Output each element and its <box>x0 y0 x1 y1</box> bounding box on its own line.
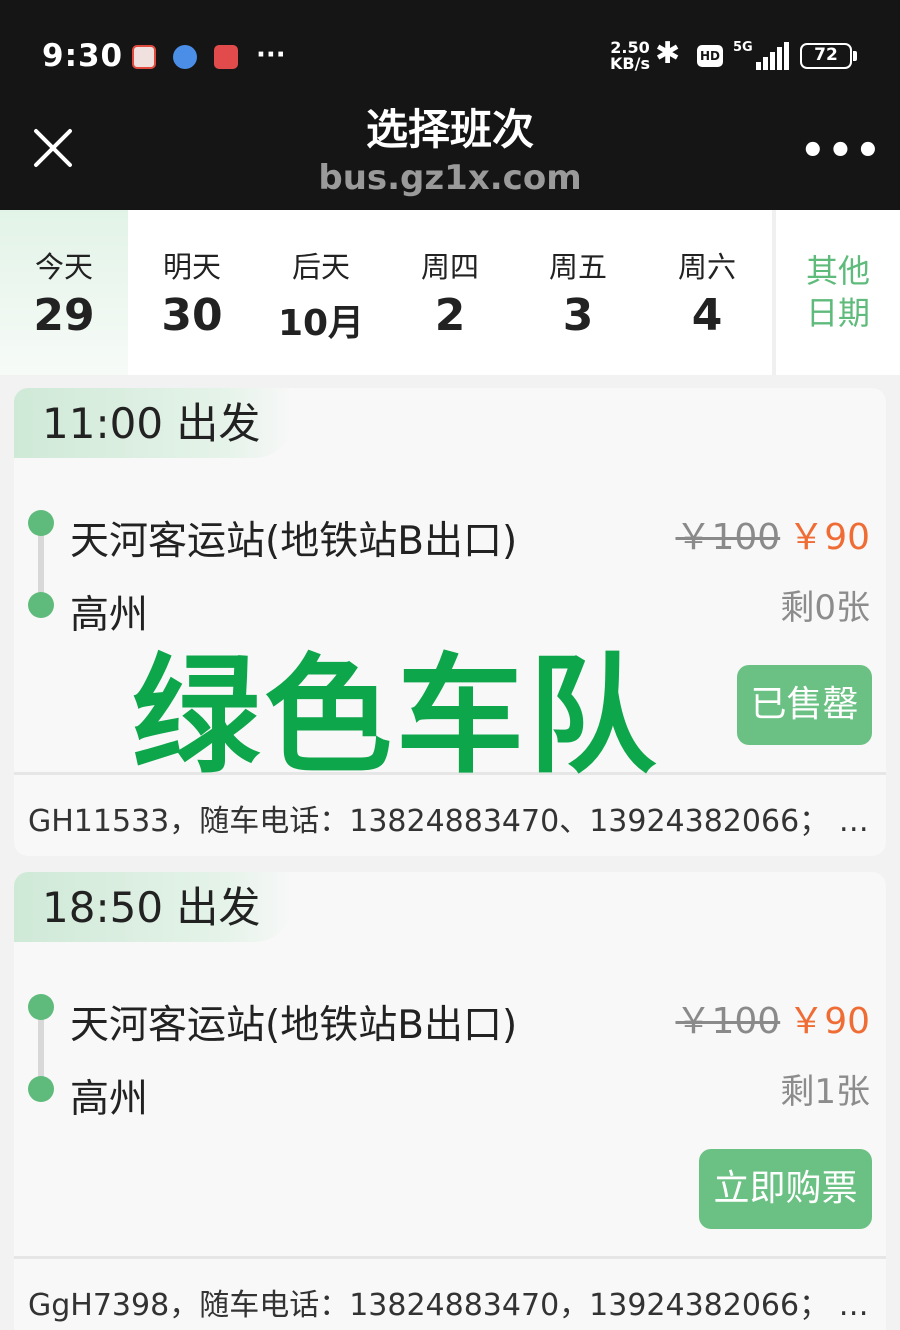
departure-time: 11:00 出发 <box>14 388 295 458</box>
trip-card: 18:50 出发 天河客运站(地铁站B出口) 高州 ￥100 ￥90 剩1张 立即… <box>14 872 886 1330</box>
signal-type: 5G <box>733 40 753 55</box>
destination-dot-icon <box>28 592 54 618</box>
date-tab-thursday[interactable]: 周四 2 <box>386 210 514 375</box>
origin-station: 天河客运站(地铁站B出口) <box>70 519 518 564</box>
date-tab-today[interactable]: 今天 29 <box>0 210 128 375</box>
destination-station: 高州 <box>70 1077 149 1122</box>
trip-note: GH11533，随车电话：13824883470、13924382066； … <box>28 804 868 839</box>
sold-out-button[interactable]: 已售罄 <box>737 665 872 745</box>
discount-price: ￥90 <box>788 517 870 558</box>
more-notifications-icon: ··· <box>256 40 286 70</box>
status-bar: 9:30 ··· 2.50 KB/s ✱ HD 5G 72 <box>0 0 900 100</box>
network-speed: 2.50 KB/s <box>610 38 650 73</box>
departure-time: 18:50 出发 <box>14 872 295 942</box>
shopping-app-icon <box>214 45 238 69</box>
watermark-text: 绿色车队 <box>132 642 661 791</box>
top-bar: 9:30 ··· 2.50 KB/s ✱ HD 5G 72 选择班次 bus.g… <box>0 0 900 210</box>
date-tab-day-after[interactable]: 后天 10月 <box>257 210 385 375</box>
more-icon[interactable]: ••• <box>800 128 883 174</box>
news-app-icon <box>132 45 156 69</box>
original-price: ￥100 <box>675 517 781 558</box>
date-selector: 今天 29 明天 30 后天 10月 周四 2 周五 3 周六 4 其他 日期 <box>0 210 900 375</box>
ticket-price: ￥100 ￥90 <box>675 992 870 1044</box>
remaining-seats: 剩0张 <box>780 588 870 628</box>
bluetooth-icon: ✱ <box>655 36 681 71</box>
origin-station: 天河客运站(地铁站B出口) <box>70 1003 518 1048</box>
origin-dot-icon <box>28 994 54 1020</box>
discount-price: ￥90 <box>788 1001 870 1042</box>
battery-icon: 72 <box>800 43 857 69</box>
page-url: bus.gz1x.com <box>318 158 582 198</box>
status-time: 9:30 <box>42 38 124 74</box>
date-tab-saturday[interactable]: 周六 4 <box>643 210 771 375</box>
browser-app-icon <box>173 45 197 69</box>
hd-icon: HD <box>697 45 723 67</box>
trip-note: GgH7398，随车电话：13824883470，13924382066； … <box>28 1288 868 1323</box>
original-price: ￥100 <box>675 1001 781 1042</box>
divider <box>14 1256 886 1259</box>
signal-bars-icon <box>756 42 789 70</box>
destination-dot-icon <box>28 1076 54 1102</box>
ticket-price: ￥100 ￥90 <box>675 508 870 560</box>
page-title: 选择班次 <box>365 105 534 154</box>
date-tab-tomorrow[interactable]: 明天 30 <box>128 210 256 375</box>
remaining-seats: 剩1张 <box>780 1072 870 1112</box>
date-tab-friday[interactable]: 周五 3 <box>514 210 642 375</box>
other-date-button[interactable]: 其他 日期 <box>772 210 900 375</box>
buy-ticket-button[interactable]: 立即购票 <box>699 1149 872 1229</box>
origin-dot-icon <box>28 510 54 536</box>
